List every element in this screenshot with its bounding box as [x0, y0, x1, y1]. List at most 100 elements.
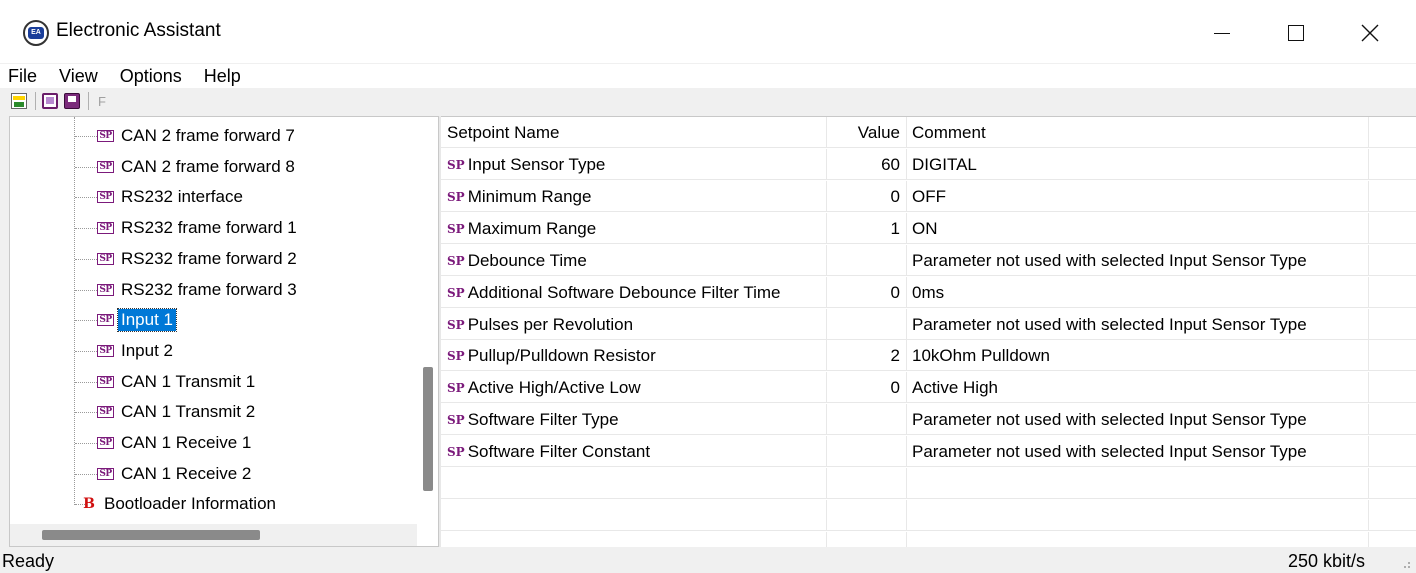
tree-item-label: RS232 frame forward 1 — [121, 218, 297, 237]
cell-value[interactable]: 1 — [827, 213, 907, 244]
grid-row[interactable]: SP Maximum Range 1 ON — [441, 213, 1416, 244]
grid-row[interactable]: SP Input Sensor Type 60 DIGITAL — [441, 149, 1416, 180]
tree-connector — [75, 167, 97, 168]
setpoint-icon: SP — [447, 349, 465, 363]
grid-row[interactable]: SP Software Filter Constant Parameter not … — [441, 436, 1416, 467]
tree-item-label: CAN 1 Receive 1 — [121, 433, 252, 452]
grid-row-empty — [441, 500, 1416, 531]
cell-value[interactable] — [827, 245, 907, 276]
setpoint-icon: SP — [447, 286, 465, 300]
cell-setpoint-name[interactable]: SP Input Sensor Type — [441, 149, 827, 180]
grid-header-row: Setpoint Name Value Comment — [441, 117, 1416, 148]
cell-setpoint-name[interactable]: SP Active High/Active Low — [441, 372, 827, 403]
tree-item[interactable]: SP CAN 1 Receive 1 — [97, 428, 254, 458]
grid-row[interactable]: SP Additional Software Debounce Filter Ti… — [441, 277, 1416, 308]
grid-row[interactable]: SP Active High/Active Low 0 Active High — [441, 372, 1416, 403]
cell-setpoint-name[interactable]: SP Additional Software Debounce Filter Ti… — [441, 277, 827, 308]
grid-row[interactable]: SP Software Filter Type Parameter not used… — [441, 404, 1416, 435]
menu-file[interactable]: File — [0, 64, 49, 88]
cell-value[interactable] — [827, 436, 907, 467]
menu-help[interactable]: Help — [194, 64, 253, 88]
setpoint-icon: SP — [447, 222, 465, 236]
toolbar-separator — [88, 92, 89, 110]
tree-item[interactable]: SP CAN 1 Receive 2 — [97, 459, 254, 489]
cell-comment: ON — [907, 213, 1369, 244]
header-value[interactable]: Value — [827, 117, 907, 148]
tree-item[interactable]: SP CAN 2 frame forward 8 — [97, 152, 298, 182]
cell-value[interactable]: 0 — [827, 181, 907, 212]
tree-item-label: RS232 frame forward 2 — [121, 249, 297, 268]
grid-row[interactable]: SP Pulses per Revolution Parameter not use… — [441, 309, 1416, 340]
grid-row[interactable]: SP Minimum Range 0 OFF — [441, 181, 1416, 212]
tree-connector — [75, 351, 97, 352]
menu-options[interactable]: Options — [110, 64, 194, 88]
setpoint-icon: SP — [97, 376, 114, 388]
cell-filler — [1369, 340, 1416, 371]
maximize-button[interactable] — [1266, 10, 1326, 56]
close-button[interactable] — [1340, 10, 1400, 56]
tree-view[interactable]: SP CAN 2 frame forward 7 SP CAN 2 frame for… — [9, 116, 439, 547]
header-comment[interactable]: Comment — [907, 117, 1369, 148]
tree-item[interactable]: SP RS232 interface — [97, 182, 246, 212]
tree-item[interactable]: SP Input 2 — [97, 336, 176, 366]
tree-item-label: Bootloader Information — [104, 494, 276, 513]
tree-item[interactable]: SP CAN 1 Transmit 2 — [97, 397, 258, 427]
cell-value[interactable]: 60 — [827, 149, 907, 180]
tree-connector — [75, 228, 97, 229]
grid-row-empty — [441, 532, 1416, 547]
cell-filler — [1369, 245, 1416, 276]
title-bar: EA Electronic Assistant — [0, 0, 1416, 64]
cell-setpoint-name[interactable]: SP Pulses per Revolution — [441, 309, 827, 340]
cell-setpoint-name[interactable]: SP Minimum Range — [441, 181, 827, 212]
scrollbar-thumb[interactable] — [42, 530, 260, 540]
toolbar-separator — [35, 92, 36, 110]
f-button: F — [98, 93, 106, 109]
scrollbar-thumb[interactable] — [423, 367, 433, 491]
tree-item[interactable]: SP RS232 frame forward 1 — [97, 213, 300, 243]
cell-comment: Parameter not used with selected Input S… — [907, 436, 1369, 467]
grid-row[interactable]: SP Debounce Time Parameter not used with s… — [441, 245, 1416, 276]
cell-setpoint-name[interactable]: SP Software Filter Constant — [441, 436, 827, 467]
cell-value[interactable] — [827, 309, 907, 340]
tree-item-label: RS232 interface — [121, 187, 243, 206]
cell-setpoint-name[interactable]: SP Maximum Range — [441, 213, 827, 244]
tree-connector — [74, 117, 75, 505]
cell-value[interactable] — [827, 404, 907, 435]
cell-setpoint-name[interactable]: SP Pullup/Pulldown Resistor — [441, 340, 827, 371]
cell-filler — [1369, 404, 1416, 435]
cell-value[interactable]: 0 — [827, 372, 907, 403]
tree-item-label: CAN 2 frame forward 7 — [121, 126, 295, 145]
tree-item[interactable]: SP Input 1 — [97, 305, 177, 335]
resize-grip-icon[interactable] — [1396, 554, 1412, 570]
can-connect-button[interactable] — [9, 91, 29, 111]
cell-comment — [907, 500, 1369, 531]
cell-value[interactable]: 0 — [827, 277, 907, 308]
cell-setpoint-name[interactable]: SP Software Filter Type — [441, 404, 827, 435]
tree-vertical-scrollbar[interactable] — [417, 117, 438, 531]
tree-item-bootloader[interactable]: B Bootloader Information — [82, 489, 279, 519]
setpoint-icon: SP — [447, 318, 465, 332]
tree-connector — [75, 136, 97, 137]
setpoint-icon: SP — [447, 158, 465, 172]
setpoint-read-icon — [42, 93, 58, 109]
menu-view[interactable]: View — [49, 64, 110, 88]
tree-connector — [75, 320, 97, 321]
tree-horizontal-scrollbar[interactable] — [10, 524, 417, 546]
minimize-button[interactable] — [1192, 10, 1252, 56]
cell-value[interactable]: 2 — [827, 340, 907, 371]
tree-item[interactable]: SP RS232 frame forward 2 — [97, 244, 300, 274]
setpoint-write-button[interactable] — [62, 91, 82, 111]
cell-comment: Parameter not used with selected Input S… — [907, 404, 1369, 435]
tree-item[interactable]: SP RS232 frame forward 3 — [97, 275, 300, 305]
setpoint-icon: SP — [447, 381, 465, 395]
grid-row[interactable]: SP Pullup/Pulldown Resistor 2 10kOhm Pulldo… — [441, 340, 1416, 371]
status-text: Ready — [2, 551, 55, 571]
tree-item[interactable]: SP CAN 2 frame forward 7 — [97, 121, 298, 151]
cell-setpoint-name[interactable]: SP Debounce Time — [441, 245, 827, 276]
header-setpoint-name[interactable]: Setpoint Name — [441, 117, 827, 148]
tree-item[interactable]: SP CAN 1 Transmit 1 — [97, 367, 258, 397]
bootloader-icon: B — [83, 496, 95, 512]
setpoint-read-button[interactable] — [40, 91, 60, 111]
cell-filler — [1369, 181, 1416, 212]
can-connect-icon — [11, 93, 27, 109]
